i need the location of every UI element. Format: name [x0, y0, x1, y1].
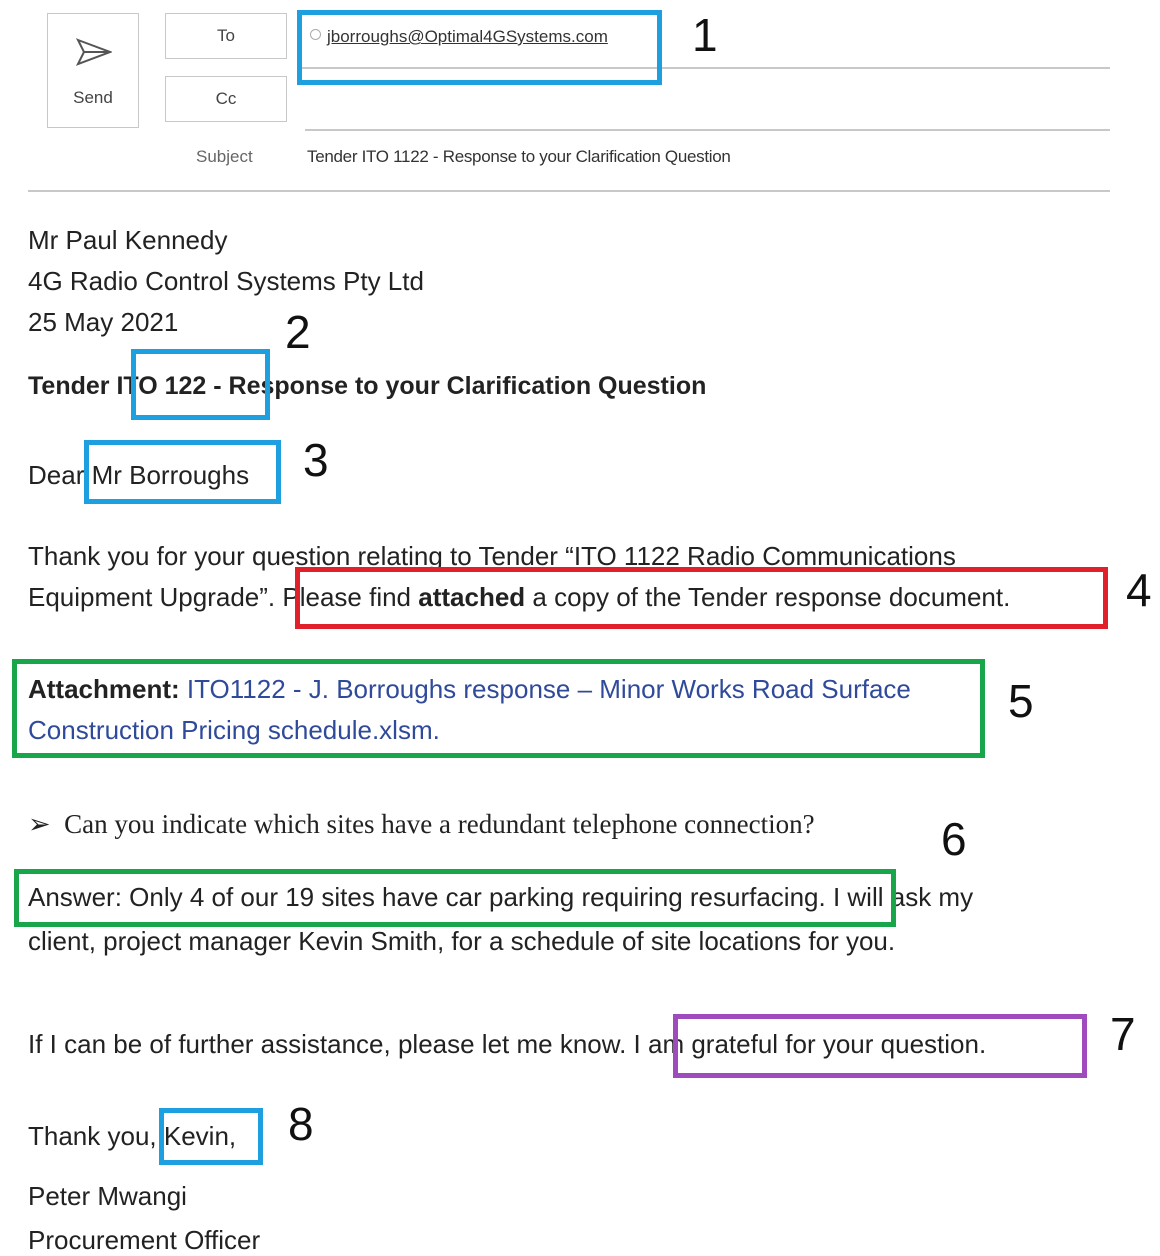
annotation-number-1: 1	[692, 9, 718, 61]
send-label: Send	[73, 88, 113, 107]
subject-field[interactable]: Tender ITO 1122 - Response to your Clari…	[307, 147, 731, 167]
annotation-number-2: 2	[285, 306, 311, 358]
annotation-number-4: 4	[1126, 564, 1152, 616]
sender-company: 4G Radio Control Systems Pty Ltd	[28, 266, 424, 296]
subject-label: Subject	[196, 147, 253, 166]
annotation-number-6: 6	[941, 813, 967, 865]
signature-title: Procurement Officer	[28, 1225, 261, 1255]
letter-heading: Tender ITO 122 - Response to your Clarif…	[28, 372, 707, 400]
sender-name: Mr Paul Kennedy	[28, 225, 228, 255]
annotation-box-1	[297, 10, 662, 85]
closing-text: If I can be of further assistance, pleas…	[28, 1029, 627, 1059]
thanks-text: Thank you,	[28, 1121, 157, 1151]
annotation-box-7	[673, 1014, 1087, 1078]
annotation-number-3: 3	[303, 434, 329, 486]
cc-button[interactable]: Cc	[165, 76, 287, 122]
question-text: Can you indicate which sites have a redu…	[64, 809, 815, 839]
header-divider	[28, 190, 1110, 192]
to-button[interactable]: To	[165, 13, 287, 59]
signature-name: Peter Mwangi	[28, 1181, 187, 1211]
annotation-box-3	[84, 440, 281, 504]
cc-field[interactable]	[305, 129, 1110, 131]
annotation-box-8	[159, 1108, 263, 1165]
answer-line-2: client, project manager Kevin Smith, for…	[28, 926, 896, 956]
annotation-box-5	[12, 659, 985, 758]
annotation-number-5: 5	[1008, 675, 1034, 727]
annotation-number-8: 8	[288, 1098, 314, 1150]
annotation-number-7: 7	[1110, 1008, 1136, 1060]
annotation-box-4	[295, 567, 1108, 629]
send-button[interactable]: Send	[47, 13, 139, 128]
paragraph-line-2-start: Equipment Upgrade”.	[28, 582, 276, 612]
question: ➢ Can you indicate which sites have a re…	[28, 809, 815, 840]
send-icon	[76, 38, 112, 66]
bullet-arrow-icon: ➢	[28, 809, 51, 839]
annotation-box-6	[14, 869, 896, 927]
salutation-prefix: Dear	[28, 460, 85, 490]
annotation-box-2	[131, 349, 270, 420]
letter-date: 25 May 2021	[28, 307, 179, 337]
